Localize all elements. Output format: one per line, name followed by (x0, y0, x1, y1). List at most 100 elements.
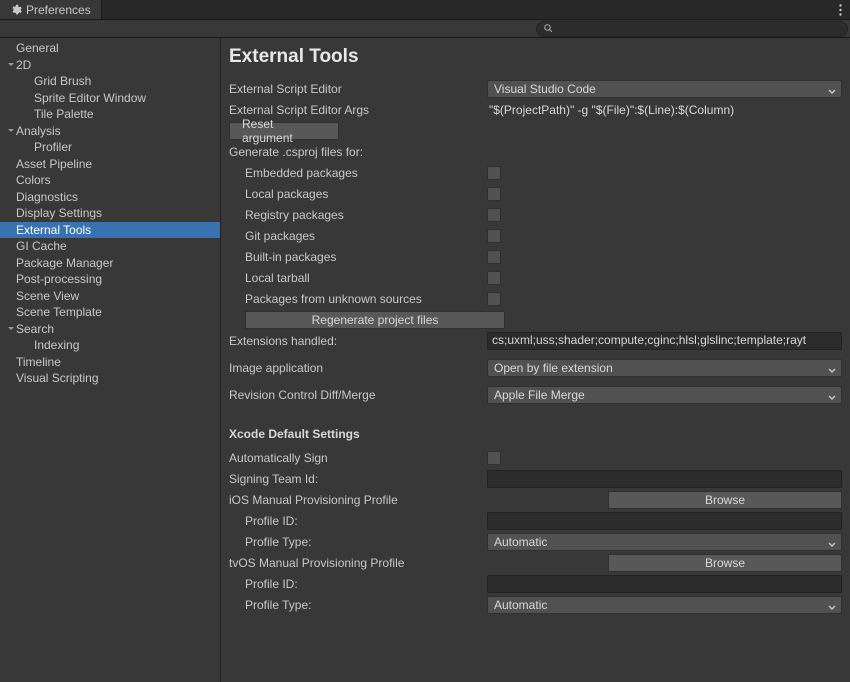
label-tvos-profile-id: Profile ID: (229, 577, 487, 591)
sidebar-item[interactable]: Diagnostics (0, 189, 220, 206)
sidebar-item-label: General (16, 40, 59, 57)
sidebar-item-label: Visual Scripting (16, 370, 99, 387)
sidebar-item[interactable]: Package Manager (0, 255, 220, 272)
label-ios-profile-id: Profile ID: (229, 514, 487, 528)
dropdown-value: Apple File Merge (494, 388, 585, 402)
label-extensions-handled: Extensions handled: (229, 334, 487, 348)
sidebar: General2DGrid BrushSprite Editor WindowT… (0, 38, 221, 682)
search-icon (543, 23, 554, 34)
sidebar-item-label: Scene Template (16, 304, 102, 321)
sidebar-item[interactable]: Search (0, 321, 220, 338)
disclosure-triangle-icon[interactable] (6, 61, 16, 69)
label-csproj-item: Local tarball (229, 271, 487, 285)
dropdown-value: Automatic (494, 598, 547, 612)
label-ios-profile-type: Profile Type: (229, 535, 487, 549)
sidebar-item[interactable]: GI Cache (0, 238, 220, 255)
external-script-editor-dropdown[interactable]: Visual Studio Code (487, 80, 842, 98)
label-external-script-editor: External Script Editor (229, 82, 487, 96)
sidebar-item[interactable]: Scene View (0, 288, 220, 305)
sidebar-item-label: Asset Pipeline (16, 156, 92, 173)
dropdown-value: Visual Studio Code (494, 82, 596, 96)
chevron-down-icon (828, 391, 836, 405)
external-script-editor-args-value: "$(ProjectPath)" -g "$(File)":$(Line):$(… (487, 103, 842, 117)
sidebar-item[interactable]: Colors (0, 172, 220, 189)
sidebar-item[interactable]: Visual Scripting (0, 370, 220, 387)
label-tvos-profile-type: Profile Type: (229, 598, 487, 612)
sidebar-item-label: Sprite Editor Window (34, 90, 146, 107)
csproj-checkbox[interactable] (487, 208, 501, 222)
sidebar-item[interactable]: Display Settings (0, 205, 220, 222)
csproj-checkbox[interactable] (487, 271, 501, 285)
chevron-down-icon (828, 601, 836, 615)
sidebar-item-label: Tile Palette (34, 106, 94, 123)
csproj-checkbox[interactable] (487, 292, 501, 306)
image-application-dropdown[interactable]: Open by file extension (487, 359, 842, 377)
sidebar-item-label: Analysis (16, 123, 61, 140)
label-external-script-editor-args: External Script Editor Args (229, 103, 487, 117)
sidebar-item[interactable]: External Tools (0, 222, 220, 239)
search-input[interactable] (536, 21, 848, 37)
label-revision-control: Revision Control Diff/Merge (229, 388, 487, 402)
label-csproj-item: Embedded packages (229, 166, 487, 180)
tvos-profile-id-input[interactable] (487, 575, 842, 593)
sidebar-item-label: Indexing (34, 337, 79, 354)
sidebar-item[interactable]: Indexing (0, 337, 220, 354)
csproj-checkbox[interactable] (487, 187, 501, 201)
tab-title: Preferences (26, 3, 91, 17)
sidebar-item-label: Profiler (34, 139, 72, 156)
sidebar-item-label: Search (16, 321, 54, 338)
xcode-section-title: Xcode Default Settings (229, 405, 842, 447)
sidebar-item[interactable]: Post-processing (0, 271, 220, 288)
dropdown-value: Open by file extension (494, 361, 613, 375)
toolbar (0, 20, 850, 38)
sidebar-item-label: Display Settings (16, 205, 102, 222)
sidebar-item-label: Timeline (16, 354, 61, 371)
ios-browse-button[interactable]: Browse (608, 491, 842, 509)
sidebar-item[interactable]: Asset Pipeline (0, 156, 220, 173)
tvos-provisioning-title: tvOS Manual Provisioning Profile (229, 556, 608, 570)
ios-profile-id-input[interactable] (487, 512, 842, 530)
tab-preferences[interactable]: Preferences (0, 0, 102, 19)
label-csproj-item: Git packages (229, 229, 487, 243)
sidebar-item[interactable]: Analysis (0, 123, 220, 140)
chevron-down-icon (828, 364, 836, 378)
sidebar-item[interactable]: 2D (0, 57, 220, 74)
dropdown-value: Automatic (494, 535, 547, 549)
sidebar-item-label: Colors (16, 172, 51, 189)
chevron-down-icon (828, 538, 836, 552)
sidebar-item[interactable]: General (0, 40, 220, 57)
reset-argument-button[interactable]: Reset argument (229, 122, 339, 140)
extensions-handled-input[interactable]: cs;uxml;uss;shader;compute;cginc;hlsl;gl… (487, 332, 842, 350)
disclosure-triangle-icon[interactable] (6, 325, 16, 333)
csproj-checkbox[interactable] (487, 229, 501, 243)
regenerate-project-files-button[interactable]: Regenerate project files (245, 311, 505, 329)
sidebar-item-label: Diagnostics (16, 189, 78, 206)
label-image-application: Image application (229, 361, 487, 375)
disclosure-triangle-icon[interactable] (6, 127, 16, 135)
sidebar-item-label: Package Manager (16, 255, 113, 272)
signing-team-id-input[interactable] (487, 470, 842, 488)
tab-bar: Preferences (0, 0, 850, 20)
sidebar-item[interactable]: Grid Brush (0, 73, 220, 90)
csproj-checkbox[interactable] (487, 250, 501, 264)
gear-icon (10, 4, 22, 16)
sidebar-item-label: Scene View (16, 288, 79, 305)
revision-control-dropdown[interactable]: Apple File Merge (487, 386, 842, 404)
ios-profile-type-dropdown[interactable]: Automatic (487, 533, 842, 551)
sidebar-item[interactable]: Sprite Editor Window (0, 90, 220, 107)
auto-sign-checkbox[interactable] (487, 451, 501, 465)
page-title: External Tools (229, 42, 842, 78)
label-csproj-item: Packages from unknown sources (229, 292, 487, 306)
csproj-checkbox[interactable] (487, 166, 501, 180)
sidebar-item[interactable]: Tile Palette (0, 106, 220, 123)
tvos-browse-button[interactable]: Browse (608, 554, 842, 572)
label-generate-csproj: Generate .csproj files for: (229, 145, 487, 159)
content-area: External Tools External Script Editor Vi… (221, 38, 850, 682)
sidebar-item[interactable]: Scene Template (0, 304, 220, 321)
sidebar-item[interactable]: Timeline (0, 354, 220, 371)
sidebar-item[interactable]: Profiler (0, 139, 220, 156)
tvos-profile-type-dropdown[interactable]: Automatic (487, 596, 842, 614)
ios-provisioning-title: iOS Manual Provisioning Profile (229, 493, 608, 507)
tab-menu-button[interactable] (830, 0, 850, 19)
sidebar-item-label: Grid Brush (34, 73, 91, 90)
